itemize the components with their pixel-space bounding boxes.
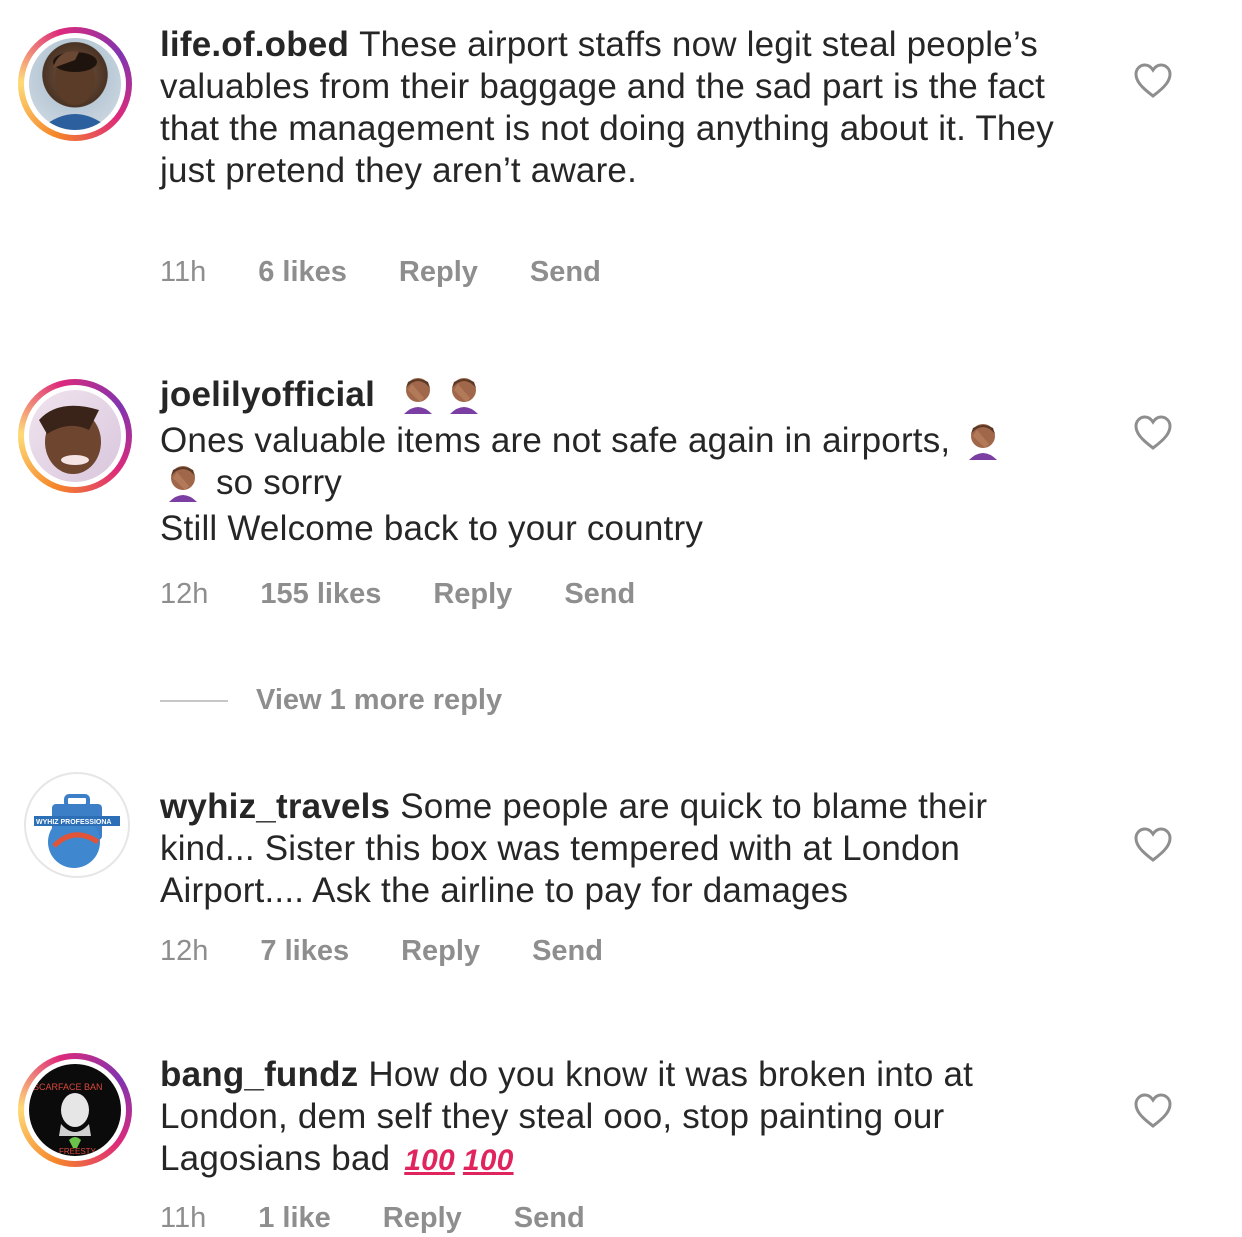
view-more-replies-label: View 1 more reply <box>256 684 503 716</box>
comment-text: life.of.obed These airport staffs now leg… <box>160 24 1080 192</box>
send-button[interactable]: Send <box>514 1202 585 1235</box>
divider-line <box>160 699 228 702</box>
comment-username[interactable]: bang_fundz <box>160 1055 358 1094</box>
comment-meta: 12h 155 likes Reply Send <box>160 578 687 611</box>
hundred-emoji-icon: 100 <box>404 1144 455 1177</box>
comment-time: 12h <box>160 578 209 610</box>
comment-time: 11h <box>160 256 207 288</box>
comment-body: Ones valuable items are not safe again i… <box>160 421 951 460</box>
avatar[interactable]: WYHIZ PROFESSIONA <box>24 772 130 878</box>
comment-text: bang_fundz How do you know it was broken … <box>160 1054 1080 1182</box>
comment-body: Still Welcome back to your country <box>160 509 704 548</box>
like-count[interactable]: 155 likes <box>260 578 381 611</box>
comment-time: 12h <box>160 935 209 967</box>
comment-meta: 12h 7 likes Reply Send <box>160 935 655 968</box>
heart-icon[interactable] <box>1133 62 1173 100</box>
comment-time: 11h <box>160 1202 207 1234</box>
heart-icon[interactable] <box>1133 826 1173 864</box>
comment-text: wyhiz_travels Some people are quick to bl… <box>160 786 1080 912</box>
reply-button[interactable]: Reply <box>399 256 478 289</box>
heart-icon[interactable] <box>1133 1092 1173 1130</box>
comment-text: joelilyofficial Ones valuable items are … <box>160 374 1080 550</box>
send-button[interactable]: Send <box>532 935 603 968</box>
comment-username[interactable]: life.of.obed <box>160 25 349 64</box>
avatar[interactable] <box>18 27 132 141</box>
hundred-emoji-icon: 100 <box>462 1144 514 1177</box>
avatar[interactable] <box>18 379 132 493</box>
like-count[interactable]: 1 like <box>258 1202 331 1235</box>
facepalm-emoji-icon <box>969 424 998 460</box>
facepalm-emoji-icon <box>403 378 432 414</box>
reply-button[interactable]: Reply <box>433 578 512 611</box>
reply-button[interactable]: Reply <box>383 1202 462 1235</box>
avatar-text: SCARFACE BAN <box>33 1082 103 1092</box>
reply-button[interactable]: Reply <box>401 935 480 968</box>
avatar[interactable]: SCARFACE BAN FREESTY <box>18 1053 132 1167</box>
comment-username[interactable]: joelilyofficial <box>160 375 375 414</box>
send-button[interactable]: Send <box>530 256 601 289</box>
comment-username[interactable]: wyhiz_travels <box>160 787 390 826</box>
send-button[interactable]: Send <box>564 578 635 611</box>
avatar-text: WYHIZ PROFESSIONA <box>36 819 111 826</box>
view-more-replies-button[interactable]: View 1 more reply <box>160 684 502 717</box>
comment-meta: 11h 6 likes Reply Send <box>160 256 653 289</box>
heart-icon[interactable] <box>1133 414 1173 452</box>
comment-meta: 11h 1 like Reply Send <box>160 1202 637 1235</box>
avatar-text: FREESTY <box>59 1147 97 1156</box>
like-count[interactable]: 7 likes <box>260 935 349 968</box>
comment-body: so sorry <box>215 463 343 502</box>
like-count[interactable]: 6 likes <box>258 256 347 289</box>
facepalm-emoji-icon <box>169 466 197 502</box>
facepalm-emoji-icon <box>449 378 478 414</box>
